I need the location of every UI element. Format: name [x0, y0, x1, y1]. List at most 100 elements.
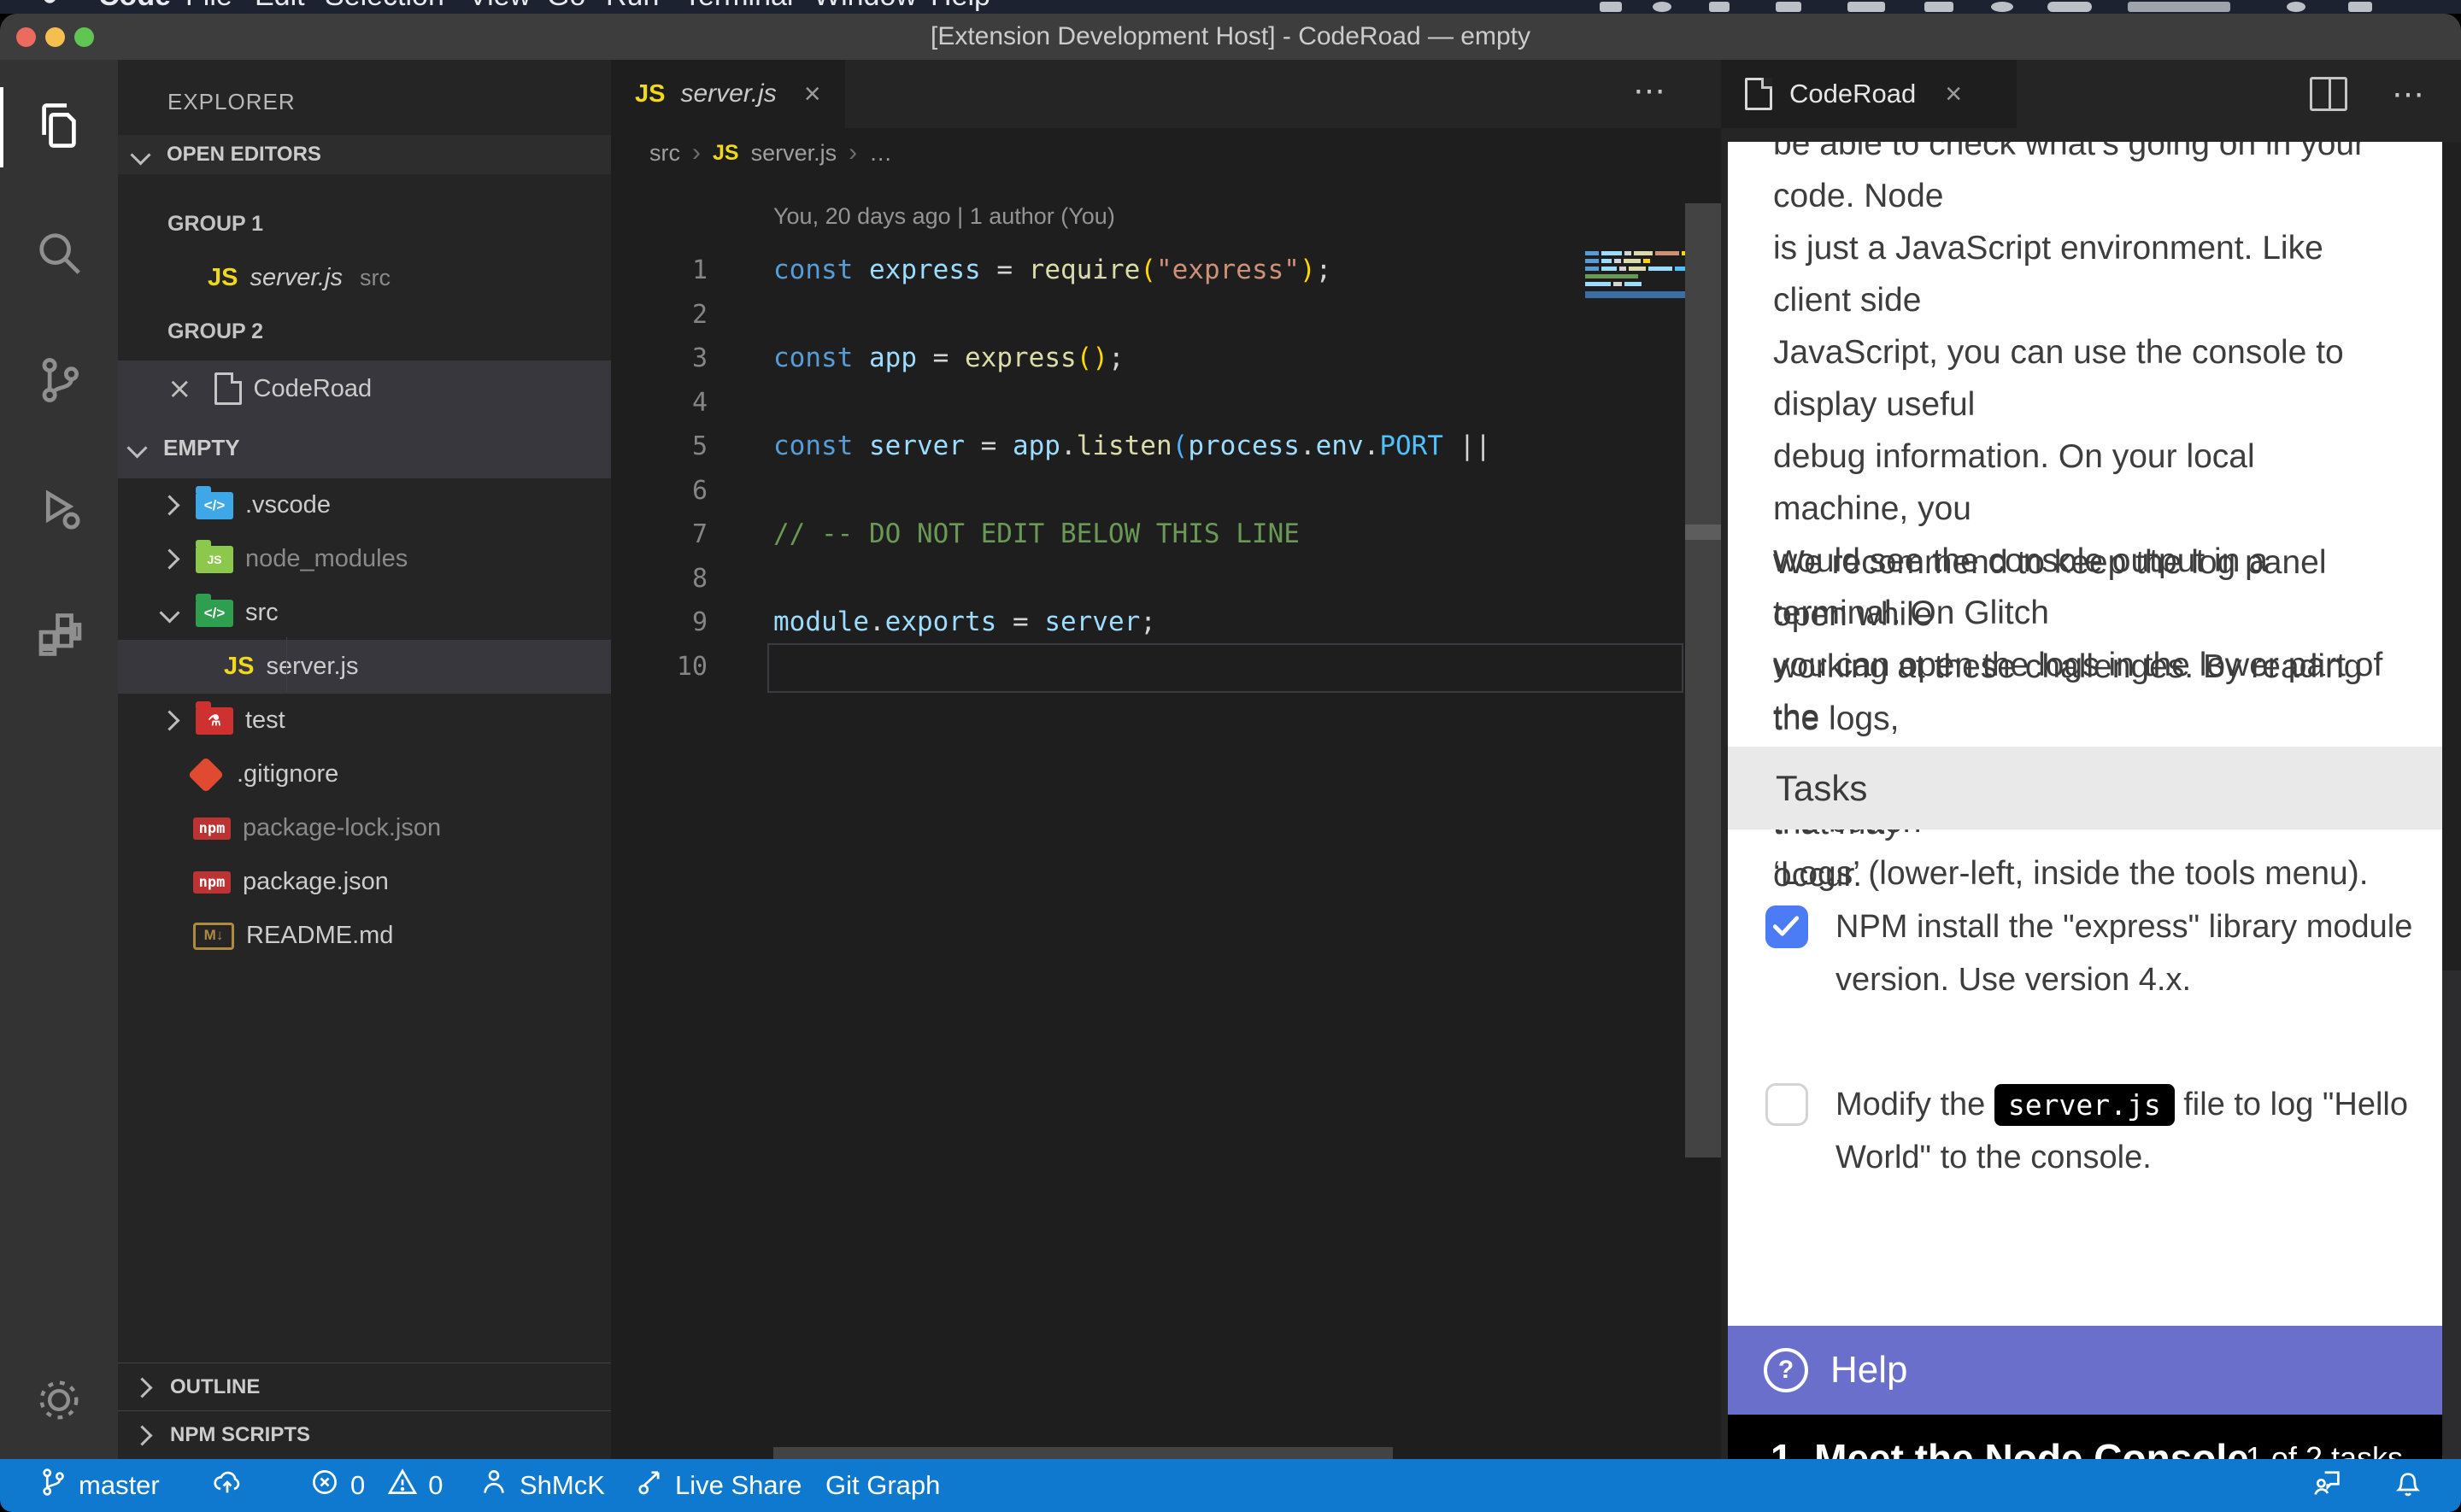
- menubar-item-help[interactable]: Help: [931, 0, 990, 13]
- scrollbar-thumb[interactable]: [1685, 525, 1721, 540]
- minimap[interactable]: [1585, 203, 1685, 306]
- folder-section-header[interactable]: EMPTY: [118, 417, 611, 478]
- menubar-status-icon[interactable]: [1709, 2, 1730, 12]
- run-debug-icon: [34, 483, 84, 536]
- scrollbar-thumb[interactable]: [2442, 142, 2461, 970]
- menubar-item-go[interactable]: Go: [547, 0, 585, 13]
- task-text-line: version. Use version 4.x.: [1835, 953, 2408, 1006]
- menubar-status-icon[interactable]: [1847, 2, 1885, 12]
- menubar-status-icon[interactable]: [1653, 2, 1671, 12]
- menubar-search-icon[interactable]: [2287, 2, 2305, 12]
- split-editor-icon[interactable]: [2310, 77, 2347, 111]
- close-icon[interactable]: ×: [804, 78, 821, 111]
- tree-item-server-js[interactable]: JSserver.js: [118, 640, 611, 694]
- horizontal-scrollbar[interactable]: [773, 1447, 1393, 1459]
- menubar-item-window[interactable]: Window: [813, 0, 917, 13]
- task-checkbox-unchecked[interactable]: [1765, 1083, 1808, 1126]
- open-editors-label: OPEN EDITORS: [167, 143, 321, 167]
- menubar-item-code[interactable]: Code: [98, 0, 171, 13]
- open-editors-header[interactable]: OPEN EDITORS: [118, 135, 611, 174]
- problems-status[interactable]: 0 0: [309, 1459, 443, 1512]
- tree-item-package-json[interactable]: npmpackage.json: [118, 855, 611, 909]
- feedback-button[interactable]: [2312, 1459, 2343, 1512]
- code-content[interactable]: const express = require("express"); cons…: [773, 249, 1685, 689]
- menubar-status-icon[interactable]: [1600, 2, 1622, 12]
- menubar-item-edit[interactable]: Edit: [255, 0, 305, 13]
- user-name: ShMcK: [520, 1470, 605, 1501]
- close-icon[interactable]: ×: [167, 372, 192, 406]
- tree-item-label: node_modules: [245, 545, 408, 573]
- menubar-item-selection[interactable]: Selection: [325, 0, 444, 13]
- menubar-status-icon[interactable]: [1991, 2, 2013, 12]
- coderoad-panel: CodeRoad × ⋯ be able to check what’s goi…: [1721, 60, 2461, 1459]
- sync-changes-button[interactable]: [212, 1459, 243, 1512]
- git-graph-button[interactable]: Git Graph: [825, 1459, 940, 1512]
- notifications-button[interactable]: [2393, 1459, 2423, 1512]
- tree-item-label: test: [245, 706, 285, 735]
- panel-more-actions-button[interactable]: ⋯: [2392, 75, 2427, 114]
- menubar-item-run[interactable]: Run: [606, 0, 659, 13]
- code-line: const app = express();: [773, 337, 1685, 381]
- tab-serverjs[interactable]: JS server.js ×: [611, 60, 845, 128]
- activity-search-button[interactable]: [0, 208, 118, 302]
- menubar-status-icon[interactable]: [1776, 2, 1801, 12]
- chevron-right-icon: [159, 710, 179, 730]
- tree-item-label: package.json: [243, 868, 389, 896]
- tree-item-package-lock-json[interactable]: npmpackage-lock.json: [118, 801, 611, 855]
- menubar-item-view[interactable]: View: [468, 0, 531, 13]
- warning-icon: [387, 1467, 418, 1504]
- tab-coderoad[interactable]: CodeRoad ×: [1721, 60, 2017, 128]
- activity-explorer-button[interactable]: [0, 80, 118, 174]
- webview-scrollbar[interactable]: [2442, 142, 2461, 1459]
- line-number: 8: [611, 557, 708, 601]
- tree-item-src[interactable]: </>src: [118, 586, 611, 640]
- activity-source-control-button[interactable]: [0, 335, 118, 429]
- line-number: 2: [611, 293, 708, 337]
- line-number: 7: [611, 513, 708, 557]
- js-icon: JS: [208, 264, 238, 292]
- tree-item-node-modules[interactable]: JSnode_modules: [118, 532, 611, 586]
- activity-extensions-button[interactable]: [0, 589, 118, 683]
- tree-item--vscode[interactable]: </>.vscode: [118, 478, 611, 532]
- breadcrumb-more[interactable]: …: [869, 140, 892, 167]
- vscode-window: [Extension Development Host] - CodeRoad …: [0, 14, 2461, 1512]
- code-line: // -- DO NOT EDIT BELOW THIS LINE: [773, 513, 1685, 557]
- breadcrumb-folder[interactable]: src: [649, 140, 680, 167]
- menubar-item-file[interactable]: File: [185, 0, 232, 13]
- breadcrumb-file[interactable]: server.js: [751, 140, 837, 167]
- help-bar[interactable]: ? Help: [1728, 1326, 2442, 1415]
- git-graph-label: Git Graph: [825, 1470, 940, 1501]
- lesson-title: 1. Meet the Node Console: [1771, 1435, 2249, 1459]
- editor-actions-more-button[interactable]: ⋯: [1633, 72, 1668, 110]
- close-icon[interactable]: ×: [1945, 78, 1962, 111]
- npm-scripts-section-header[interactable]: NPM SCRIPTS: [118, 1410, 611, 1459]
- menubar-status-icon[interactable]: [1924, 2, 1953, 12]
- tree-item--gitignore[interactable]: .gitignore: [118, 747, 611, 801]
- line-number: 10: [611, 645, 708, 689]
- user-status[interactable]: ShMcK: [479, 1459, 605, 1512]
- codelens-annotation[interactable]: You, 20 days ago | 1 author (You): [773, 203, 1115, 230]
- activity-run-debug-button[interactable]: [0, 462, 118, 556]
- apple-menu[interactable]: ●: [41, 0, 59, 13]
- settings-gear-button[interactable]: [0, 1355, 118, 1449]
- files-icon: [34, 101, 84, 155]
- outline-section-header[interactable]: OUTLINE: [118, 1363, 611, 1411]
- lesson-footer[interactable]: 1. Meet the Node Console 1 of 2 tasks: [1728, 1415, 2442, 1459]
- tasks-heading: Tasks: [1776, 768, 1867, 809]
- git-branch-status[interactable]: master: [38, 1459, 160, 1512]
- tree-item-test[interactable]: ⚗test: [118, 694, 611, 747]
- inline-code-chip: server.js: [1994, 1084, 2175, 1126]
- screen: ● Code File Edit Selection View Go Run Terminal W…: [0, 0, 2461, 1512]
- live-share-button[interactable]: Live Share: [634, 1459, 802, 1512]
- vertical-scrollbar[interactable]: [1685, 203, 1721, 1157]
- open-editor-item-coderoad[interactable]: × CodeRoad: [118, 360, 611, 417]
- cloud-upload-icon: [212, 1467, 243, 1504]
- menubar-item-terminal[interactable]: Terminal: [684, 0, 793, 13]
- line-number: 9: [611, 601, 708, 645]
- open-editor-item-serverjs[interactable]: JS server.js src: [118, 251, 611, 305]
- breadcrumb[interactable]: src › JS server.js › …: [649, 138, 892, 167]
- task-checkbox-checked[interactable]: [1765, 905, 1808, 948]
- tree-item-readme-md[interactable]: M↓README.md: [118, 909, 611, 963]
- title-bar[interactable]: [Extension Development Host] - CodeRoad …: [0, 14, 2461, 60]
- menubar-control-center-icon[interactable]: [2348, 2, 2372, 12]
